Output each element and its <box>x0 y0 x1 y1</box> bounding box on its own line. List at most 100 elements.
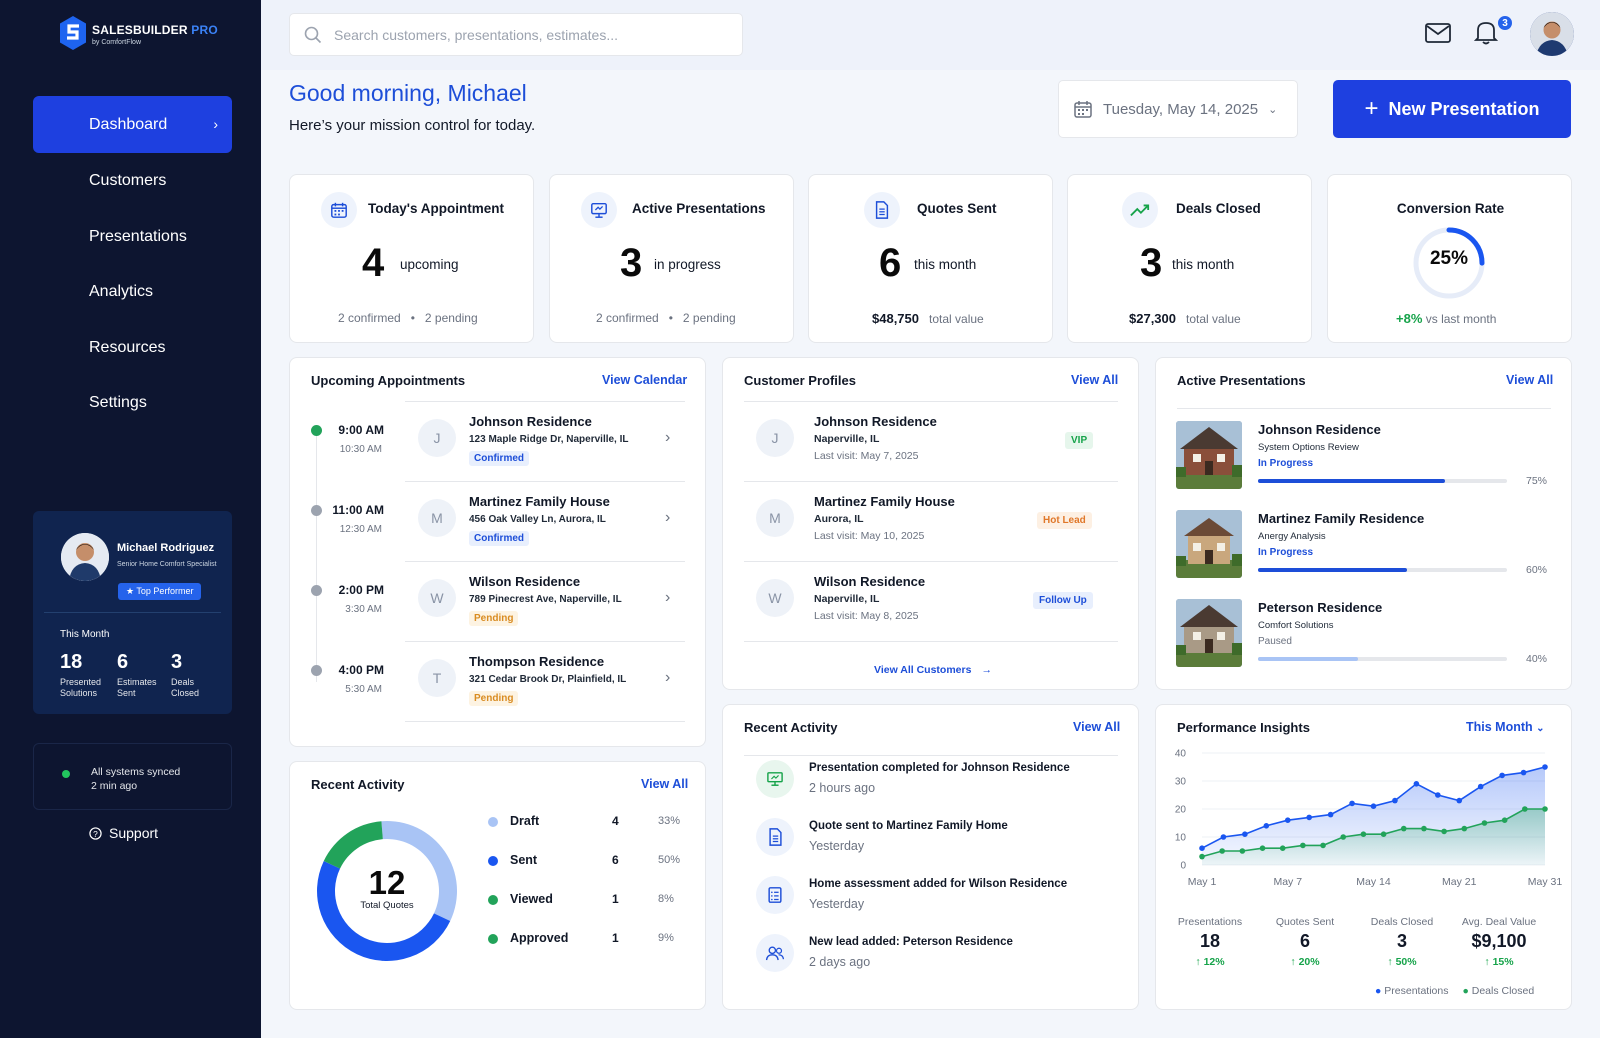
kpi-footer: $27,300 total value <box>1129 311 1241 326</box>
nav-item-presentations[interactable]: Presentations <box>33 208 232 265</box>
calendar-icon <box>1074 101 1092 118</box>
appointment-end-time: 5:30 AM <box>345 684 382 695</box>
house-image[interactable] <box>1176 421 1242 489</box>
legend-count: 1 <box>612 892 619 906</box>
appointment-name[interactable]: Johnson Residence <box>469 414 592 429</box>
divider <box>744 755 1118 756</box>
customer-name[interactable]: Martinez Family House <box>814 494 955 509</box>
nav-item-settings[interactable]: Settings <box>33 374 232 431</box>
brand-sub: by ComfortFlow <box>92 38 142 46</box>
active-presentations-card: Active Presentations View All Johnson Re… <box>1155 357 1572 690</box>
data-point <box>1392 797 1398 804</box>
divider <box>405 641 685 642</box>
profile-stat: 6 Estimates Sent <box>117 651 157 698</box>
kpi-footer: $48,750 total value <box>872 311 984 326</box>
stat-change: ↑ 20% <box>1290 956 1320 968</box>
timeline-dot <box>311 665 322 676</box>
kpi-card-conversion-rate: Conversion Rate 25% +8% vs last month <box>1327 174 1572 343</box>
data-point <box>1481 820 1488 826</box>
appointment-name[interactable]: Thompson Residence <box>469 654 604 669</box>
activity-title[interactable]: Quote sent to Martinez Family Home <box>809 820 1008 832</box>
kpi-card-appointments: Today's Appointment 4 upcoming 2 confirm… <box>289 174 534 343</box>
chevron-right-icon[interactable]: › <box>665 669 670 687</box>
customer-name[interactable]: Johnson Residence <box>814 414 937 429</box>
recent-activity-card: Recent Activity View All Presentation co… <box>722 704 1139 1010</box>
nav-item-dashboard[interactable]: Dashboard › <box>33 96 232 153</box>
legend-percent: 9% <box>658 932 674 944</box>
progress-bar <box>1258 568 1507 572</box>
profile-card: Michael Rodriguez Senior Home Comfort Sp… <box>33 511 232 714</box>
data-point <box>1199 845 1205 851</box>
appointment-name[interactable]: Martinez Family House <box>469 494 610 509</box>
view-all-presentations-link[interactable]: View All <box>1506 373 1553 387</box>
top-bar: 3 <box>261 0 1600 70</box>
presentation-icon <box>756 760 794 798</box>
user-avatar[interactable] <box>1530 12 1574 56</box>
view-all-customers-link[interactable]: View All <box>1071 373 1118 387</box>
chevron-right-icon[interactable]: › <box>665 589 670 607</box>
activity-title[interactable]: Presentation completed for Johnson Resid… <box>809 762 1070 774</box>
presentation-status: In Progress <box>1258 458 1314 469</box>
appointment-name[interactable]: Wilson Residence <box>469 574 580 589</box>
divider <box>1177 408 1551 409</box>
view-calendar-link[interactable]: View Calendar <box>602 373 687 387</box>
sync-line1: All systems synced <box>91 766 181 778</box>
chevron-right-icon[interactable]: › <box>665 429 670 447</box>
legend-percent: 33% <box>658 815 681 827</box>
greeting-title: Good morning, Michael <box>289 80 527 106</box>
house-image[interactable] <box>1176 599 1242 667</box>
nav-item-customers[interactable]: Customers <box>33 152 232 209</box>
nav-item-resources[interactable]: Resources <box>33 319 232 376</box>
activity-title[interactable]: New lead added: Peterson Residence <box>809 936 1013 948</box>
kpi-value: 3 <box>620 241 643 285</box>
appointment-end-time: 10:30 AM <box>339 444 382 455</box>
avatar[interactable] <box>61 533 109 581</box>
profile-stat: 3 Deals Closed <box>171 651 200 698</box>
brand-name: SALESBUILDER <box>92 22 188 37</box>
new-presentation-button[interactable]: + New Presentation <box>1333 80 1571 138</box>
view-all-customers-footer-link[interactable]: View All Customers → <box>874 664 992 676</box>
presentation-name[interactable]: Johnson Residence <box>1258 422 1381 437</box>
status-badge: Pending <box>469 691 519 706</box>
data-point <box>1199 853 1205 860</box>
appointment-time: 4:00 PM <box>338 663 384 677</box>
search-input[interactable] <box>334 26 714 43</box>
data-point <box>1413 781 1420 787</box>
y-tick-label: 20 <box>1175 805 1187 816</box>
kpi-unit: this month <box>914 257 977 272</box>
data-point <box>1456 797 1463 804</box>
range-selector[interactable]: This Month ⌄ <box>1466 720 1545 734</box>
presentation-name[interactable]: Peterson Residence <box>1258 600 1382 615</box>
search-box[interactable] <box>289 13 743 56</box>
section-title: Customer Profiles <box>744 373 856 388</box>
nav-label: Analytics <box>89 282 154 300</box>
data-point <box>1477 783 1484 790</box>
sync-line2: 2 min ago <box>91 780 138 792</box>
nav-item-analytics[interactable]: Analytics <box>33 263 232 320</box>
brand-logo[interactable]: SALESBUILDER PRO by ComfortFlow <box>60 16 218 50</box>
legend-count: 6 <box>612 853 619 867</box>
bell-icon[interactable] <box>1474 19 1498 45</box>
stat-label: Deals Closed <box>1370 916 1434 928</box>
support-link[interactable]: ? Support <box>89 825 158 841</box>
legend-count: 1 <box>612 931 619 945</box>
view-all-quotes-link[interactable]: View All <box>641 777 688 791</box>
presentation-name[interactable]: Martinez Family Residence <box>1258 511 1424 526</box>
mail-icon[interactable] <box>1425 22 1451 44</box>
legend-name: Sent <box>510 853 538 867</box>
customer-initial: M <box>756 499 794 537</box>
stat-value: 3 <box>1396 931 1407 951</box>
house-image[interactable] <box>1176 510 1242 578</box>
appointment-end-time: 12:30 AM <box>339 524 382 535</box>
chevron-right-icon[interactable]: › <box>665 509 670 527</box>
date-selector[interactable]: Tuesday, May 14, 2025 ⌄ <box>1058 80 1298 138</box>
data-point <box>1501 817 1508 823</box>
data-point <box>1522 806 1528 812</box>
activity-title[interactable]: Home assessment added for Wilson Residen… <box>809 878 1067 890</box>
y-tick-label: 10 <box>1175 833 1187 844</box>
customer-name[interactable]: Wilson Residence <box>814 574 925 589</box>
data-point <box>1435 792 1441 798</box>
brand-pro: PRO <box>191 22 218 37</box>
appointment-address: 456 Oak Valley Ln, Aurora, IL <box>469 514 606 525</box>
view-all-activity-link[interactable]: View All <box>1073 720 1120 734</box>
